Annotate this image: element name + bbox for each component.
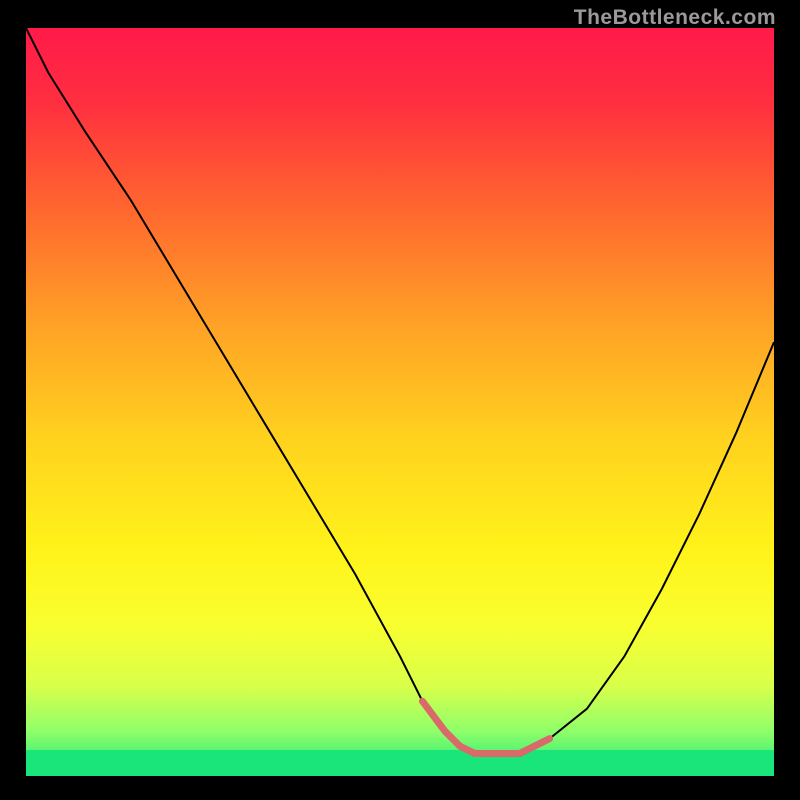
plot-area (26, 28, 774, 776)
bottleneck-optimal-region (422, 701, 549, 753)
bottleneck-line (26, 28, 774, 754)
watermark-text: TheBottleneck.com (574, 6, 776, 30)
chart-frame: TheBottleneck.com (0, 0, 800, 800)
bottleneck-curve (26, 28, 774, 776)
